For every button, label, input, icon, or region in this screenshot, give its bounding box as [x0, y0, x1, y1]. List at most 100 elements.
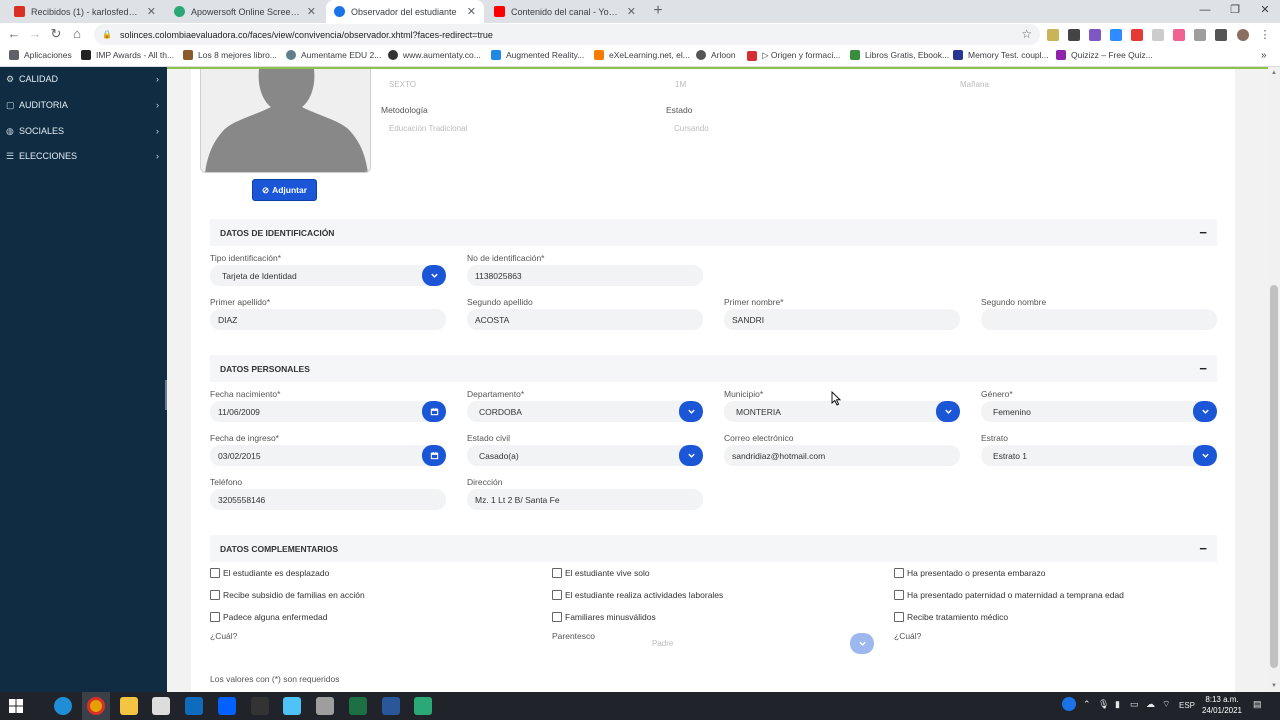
bookmark-item[interactable]: ▷ Origen y formaci...: [747, 50, 840, 61]
tipo-identificacion-select[interactable]: Tarjeta de Identidad: [210, 265, 446, 286]
close-icon[interactable]: ✕: [147, 5, 156, 18]
menu-dots-icon[interactable]: ⋮: [1259, 29, 1271, 41]
checkbox-enfermedad[interactable]: Padece alguna enfermedad: [210, 612, 327, 622]
bookmark-item[interactable]: Quizizz – Free Quiz...: [1056, 50, 1153, 60]
close-icon[interactable]: ✕: [627, 5, 636, 18]
parentesco-select[interactable]: Padre: [640, 633, 874, 654]
chevron-down-icon[interactable]: [936, 401, 960, 422]
back-icon[interactable]: ←: [5, 25, 23, 43]
new-tab-button[interactable]: +: [650, 3, 666, 19]
checkbox-subsidio[interactable]: Recibe subsidio de familias en acción: [210, 590, 365, 600]
collapse-icon[interactable]: −: [1199, 541, 1207, 556]
checkbox-actividades-laborales[interactable]: El estudiante realiza actividades labora…: [552, 590, 723, 600]
extension-icon[interactable]: [1173, 29, 1185, 41]
pen-extension-icon[interactable]: [1089, 29, 1101, 41]
primer-nombre-input[interactable]: SANDRI: [724, 309, 960, 330]
tab-observador[interactable]: Observador del estudiante ✕: [326, 0, 484, 23]
store-icon[interactable]: [152, 697, 170, 715]
reload-icon[interactable]: ↻: [47, 25, 65, 43]
checkbox-familiares-minusvalidos[interactable]: Familiares minusválidos: [552, 612, 656, 622]
tab-youtube[interactable]: Contenido del canal - YouTube S ✕: [486, 0, 644, 23]
clock[interactable]: 8:13 a.m. 24/01/2021: [1198, 694, 1246, 716]
scroll-down-icon[interactable]: ▼: [1268, 681, 1280, 691]
collapse-icon[interactable]: −: [1199, 225, 1207, 240]
home-icon[interactable]: ⌂: [68, 25, 86, 43]
bookmark-item[interactable]: Augmented Reality...: [491, 50, 584, 60]
address-bar[interactable]: 🔒 solinces.colombiaevaluadora.co/faces/v…: [94, 24, 1040, 45]
notifications-icon[interactable]: ▤: [1253, 699, 1262, 710]
chevron-down-icon[interactable]: [1193, 445, 1217, 466]
usb-icon[interactable]: ▮: [1115, 699, 1120, 710]
sidebar-item-auditoria[interactable]: ▢ AUDITORIA ›: [0, 96, 167, 114]
checkbox-box[interactable]: [552, 612, 562, 622]
correo-input[interactable]: sandridiaz@hotmail.com: [724, 445, 960, 466]
sidebar-item-sociales[interactable]: ◍ SOCIALES ›: [0, 122, 167, 140]
mail-icon[interactable]: [185, 697, 203, 715]
section-complementarios[interactable]: DATOS COMPLEMENTARIOS −: [210, 535, 1217, 562]
qr-extension-icon[interactable]: [1068, 29, 1080, 41]
checkbox-box[interactable]: [894, 590, 904, 600]
sidebar-item-calidad[interactable]: ⚙ CALIDAD ›: [0, 70, 167, 88]
bookmark-item[interactable]: Memory Test. coupl...: [953, 50, 1049, 60]
bookmark-item[interactable]: Arloon: [696, 50, 736, 60]
dropbox-icon[interactable]: [218, 697, 236, 715]
file-explorer-icon[interactable]: [120, 697, 138, 715]
apowersoft-icon[interactable]: [414, 697, 432, 715]
sidebar-item-elecciones[interactable]: ☰ ELECCIONES ›: [0, 147, 167, 165]
chrome-icon[interactable]: [87, 697, 105, 715]
checkbox-box[interactable]: [552, 590, 562, 600]
bookmark-star-icon[interactable]: ☆: [1021, 27, 1032, 41]
m-extension-icon[interactable]: [1131, 29, 1143, 41]
bookmark-item[interactable]: Aumentame EDU 2...: [286, 50, 381, 60]
language-indicator[interactable]: ESP: [1179, 701, 1195, 710]
edge-icon[interactable]: [54, 697, 72, 715]
battery-icon[interactable]: ▭: [1130, 699, 1139, 710]
bookmark-item[interactable]: Libros Gratis, Ebook...: [850, 50, 949, 60]
chevron-down-icon[interactable]: [422, 265, 446, 286]
excel-icon[interactable]: [349, 697, 367, 715]
telefono-input[interactable]: 3205558146: [210, 489, 446, 510]
bookmark-item[interactable]: Aplicaciones: [9, 50, 72, 60]
zoom-extension-icon[interactable]: [1110, 29, 1122, 41]
segundo-apellido-input[interactable]: ACOSTA: [467, 309, 703, 330]
windows-start-icon[interactable]: [9, 699, 23, 713]
forward-icon[interactable]: →: [26, 25, 44, 43]
chevron-down-icon[interactable]: [679, 401, 703, 422]
municipio-select[interactable]: MONTERIA: [724, 401, 960, 422]
bookmark-item[interactable]: Los 8 mejores libro...: [183, 50, 277, 60]
close-icon[interactable]: ✕: [307, 5, 316, 18]
segundo-nombre-input[interactable]: [981, 309, 1217, 330]
extension-icon[interactable]: [1047, 29, 1059, 41]
checkbox-vive-solo[interactable]: El estudiante vive solo: [552, 568, 650, 578]
chevron-down-icon[interactable]: [679, 445, 703, 466]
minimize-icon[interactable]: —: [1190, 0, 1220, 20]
tab-gmail[interactable]: Recibidos (1) - karlosfederiko@g ✕: [6, 0, 164, 23]
scrollbar-thumb[interactable]: [1270, 285, 1278, 668]
calculator-icon[interactable]: [316, 697, 334, 715]
collapse-icon[interactable]: −: [1199, 361, 1207, 376]
more-bookmarks-icon[interactable]: »: [1261, 50, 1267, 61]
bookmark-item[interactable]: eXeLearning.net, el...: [594, 50, 690, 60]
checkbox-paternidad[interactable]: Ha presentado paternidad o maternidad a …: [894, 590, 1124, 600]
primer-apellido-input[interactable]: DIAZ: [210, 309, 446, 330]
checkbox-box[interactable]: [894, 568, 904, 578]
section-personales[interactable]: DATOS PERSONALES −: [210, 355, 1217, 382]
microphone-icon[interactable]: 🎙: [1098, 699, 1109, 710]
restore-icon[interactable]: ❐: [1220, 0, 1250, 20]
close-window-icon[interactable]: ✕: [1250, 0, 1280, 20]
checkbox-box[interactable]: [894, 612, 904, 622]
extension-icon[interactable]: [1194, 29, 1206, 41]
chevron-down-icon[interactable]: [1193, 401, 1217, 422]
checkbox-box[interactable]: [210, 590, 220, 600]
section-identificacion[interactable]: DATOS DE IDENTIFICACIÓN −: [210, 219, 1217, 246]
word-icon[interactable]: [382, 697, 400, 715]
avatar[interactable]: [1237, 29, 1249, 41]
checkbox-tratamiento-medico[interactable]: Recibe tratamiento médico: [894, 612, 1008, 622]
bookmark-item[interactable]: www.aumentaty.co...: [388, 50, 481, 60]
chevron-down-icon[interactable]: [850, 633, 874, 654]
checkbox-box[interactable]: [210, 568, 220, 578]
estado-civil-select[interactable]: Casado(a): [467, 445, 703, 466]
estrato-select[interactable]: Estrato 1: [981, 445, 1217, 466]
close-icon[interactable]: ✕: [467, 5, 476, 18]
numero-identificacion-input[interactable]: 1138025863: [467, 265, 703, 286]
